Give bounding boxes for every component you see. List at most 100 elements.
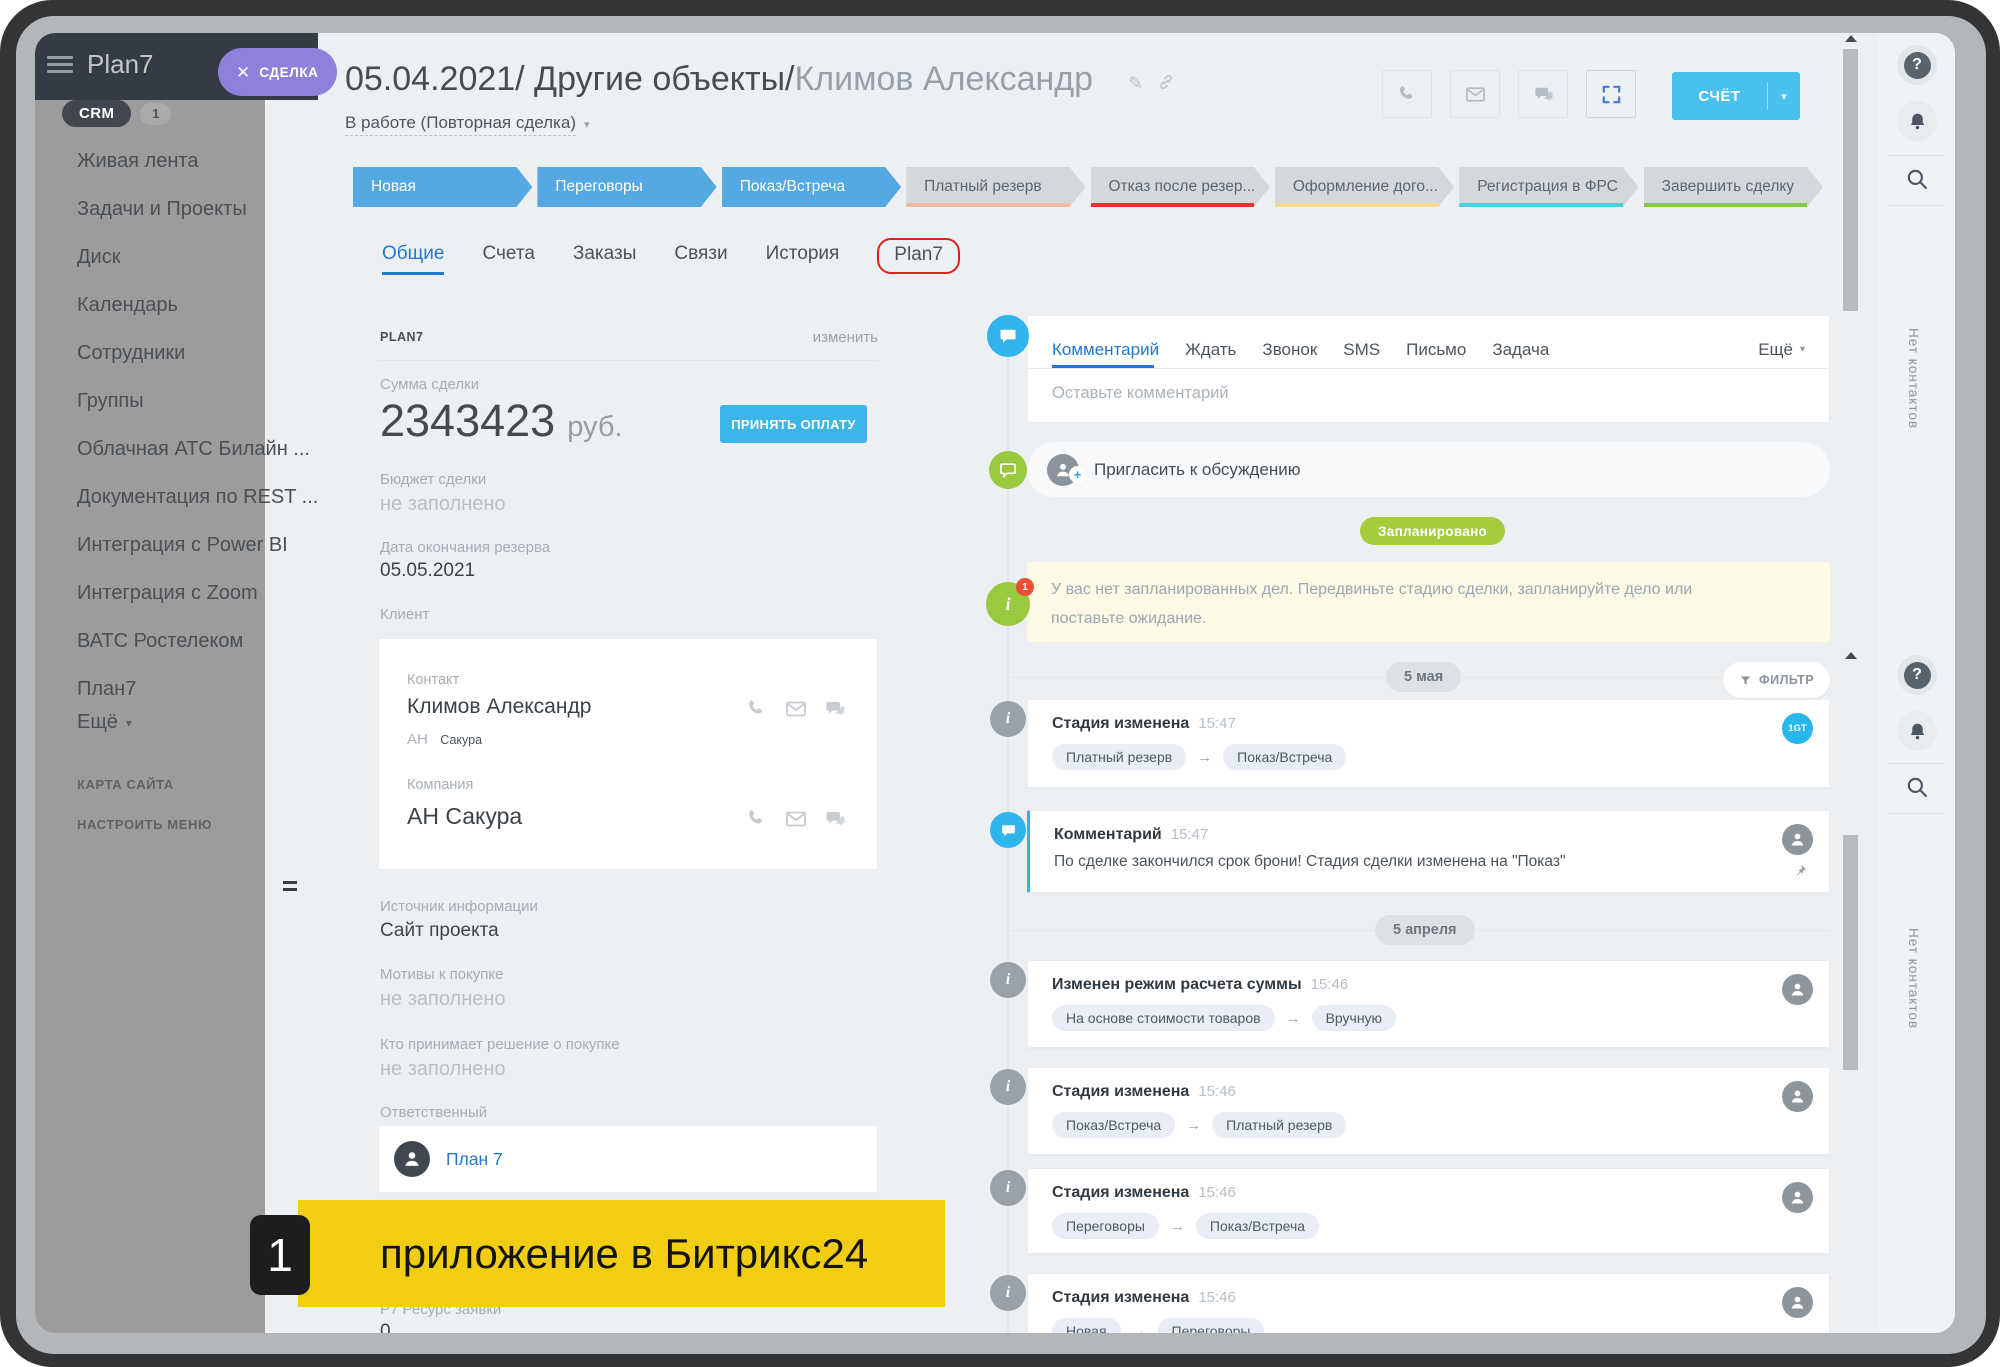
chat-icon [1532,83,1555,106]
mail-icon[interactable] [784,697,808,721]
active-tab-underline [1052,365,1154,368]
sidebar-item-drive[interactable]: Диск [77,233,318,281]
accept-payment-button[interactable]: ПРИНЯТЬ ОПЛАТУ [720,405,867,443]
search-button[interactable] [1904,166,1930,192]
tab-plan7[interactable]: Plan7 [877,238,960,274]
hamburger-menu-icon[interactable] [47,56,73,76]
stage-underline [1275,203,1438,207]
sidebar-item-crm[interactable]: CRM [62,100,131,127]
composer-tab-wait[interactable]: Ждать [1185,340,1236,360]
timeline-card-stage-change[interactable]: Стадия изменена 15:46 Новая → Переговоры [1027,1273,1830,1333]
composer-tab-sms[interactable]: SMS [1343,340,1380,360]
invoice-button[interactable]: СЧЁТ ▾ [1672,72,1800,120]
sidebar-item-plan7[interactable]: План7 [77,665,318,713]
person-icon [1788,1293,1807,1312]
composer-tab-call[interactable]: Звонок [1262,340,1317,360]
comment-composer: Комментарий Ждать Звонок SMS Письмо Зада… [1027,315,1830,423]
responsible-name-link[interactable]: План 7 [446,1149,503,1170]
pin-icon[interactable] [1793,863,1808,883]
timeline-card-sum-mode[interactable]: Изменен режим расчета суммы 15:46 На осн… [1027,960,1830,1048]
contact-actions [745,697,847,721]
help-button[interactable]: ? [1897,655,1937,695]
tab-orders[interactable]: Заказы [573,243,637,275]
scroll-up-arrow[interactable] [1845,652,1857,659]
stage-from-badge: Показ/Встреча [1052,1112,1175,1138]
search-button[interactable] [1904,774,1930,800]
deal-chip-button[interactable]: ✕ СДЕЛКА [218,48,337,96]
edit-link[interactable]: изменить [798,329,878,346]
notifications-button[interactable] [1897,101,1937,141]
client-card: Контакт Климов Александр АН Сакура Компа… [378,638,878,870]
tab-general[interactable]: Общие [382,243,444,275]
notifications-button[interactable] [1897,711,1937,751]
chat-icon[interactable] [823,697,847,721]
close-icon[interactable]: ✕ [236,64,250,81]
comment-input[interactable] [1028,369,1829,418]
company-name-link[interactable]: АН Сакура [407,803,522,830]
sidebar-item-employees[interactable]: Сотрудники [77,329,318,377]
deal-status-dropdown[interactable]: В работе (Повторная сделка) ▾ [345,113,590,136]
help-button[interactable]: ? [1897,45,1937,85]
sidebar-item-cloud-ats[interactable]: Облачная АТС Билайн ... [77,425,318,473]
mail-icon[interactable] [784,807,808,831]
sitemap-link[interactable]: КАРТА САЙТА [77,777,174,792]
scroll-up-arrow[interactable] [1845,35,1857,42]
person-icon [1788,1188,1807,1207]
stage-paid-reserve[interactable]: Платный резерв [906,167,1085,207]
bell-icon [1907,721,1928,742]
call-button[interactable] [1382,70,1432,118]
tab-invoices[interactable]: Счета [482,243,534,275]
phone-icon[interactable] [745,697,769,721]
sidebar-item-zoom[interactable]: Интеграция с Zoom [77,569,318,617]
person-icon [401,1148,423,1170]
sidebar-item-vats[interactable]: ВАТС Ростелеком [77,617,318,665]
stage-close-deal[interactable]: Завершить сделку [1644,167,1823,207]
composer-more-button[interactable]: Ещё ▾ [1758,340,1805,360]
open-slider-button[interactable] [1586,70,1636,118]
email-button[interactable] [1450,70,1500,118]
sidebar-item-live-feed[interactable]: Живая лента [77,137,318,185]
composer-tab-letter[interactable]: Письмо [1406,340,1466,360]
tab-history[interactable]: История [766,243,840,275]
timeline-card-stage-change[interactable]: Стадия изменена 15:47 Платный резерв → П… [1027,699,1830,788]
sidebar-resize-handle[interactable] [283,881,297,895]
stage-refusal[interactable]: Отказ после резер... [1091,167,1270,207]
stage-showing[interactable]: Показ/Встреча [722,167,901,207]
question-icon: ? [1904,662,1931,689]
invite-to-discussion-button[interactable]: + Пригласить к обсуждению [1027,442,1830,497]
sidebar-item-calendar[interactable]: Календарь [77,281,318,329]
timeline-card-stage-change[interactable]: Стадия изменена 15:46 Переговоры → Показ… [1027,1168,1830,1254]
sidebar-more-button[interactable]: Ещё ▾ [77,711,132,734]
deal-title-main: 05.04.2021/ Другие объекты/ [345,60,795,98]
phone-icon[interactable] [745,807,769,831]
contact-name-link[interactable]: Климов Александр [407,695,591,719]
chat-icon[interactable] [823,807,847,831]
stage-negotiation[interactable]: Переговоры [537,167,716,207]
timeline-card-stage-change[interactable]: Стадия изменена 15:46 Показ/Встреча → Пл… [1027,1067,1830,1155]
stage-frs-registration[interactable]: Регистрация в ФРС [1459,167,1638,207]
budget-label: Бюджет сделки [380,471,486,488]
scrollbar-thumb[interactable] [1843,835,1858,1070]
composer-tab-comment[interactable]: Комментарий [1052,340,1159,360]
sidebar-item-groups[interactable]: Группы [77,377,318,425]
edit-title-icon[interactable]: ✎ [1128,73,1143,96]
stage-contract[interactable]: Оформление дого... [1275,167,1454,207]
motives-value: не заполнено [380,988,506,1011]
composer-tab-task[interactable]: Задача [1492,340,1549,360]
tab-relations[interactable]: Связи [674,243,727,275]
filter-button[interactable]: ФИЛЬТР [1723,662,1830,698]
screenshot-canvas: CRM 1 Живая лента Задачи и Проекты Диск … [0,0,2000,1367]
chat-button[interactable] [1518,70,1568,118]
customize-menu-link[interactable]: НАСТРОИТЬ МЕНЮ [77,817,212,832]
chevron-down-icon[interactable]: ▾ [1768,72,1800,120]
app-title: Plan7 [87,49,154,80]
scrollbar-thumb[interactable] [1843,49,1858,311]
sidebar-item-tasks[interactable]: Задачи и Проекты [77,185,318,233]
timeline-card-comment[interactable]: Комментарий 15:47 По сделке закончился с… [1027,810,1830,893]
stage-new[interactable]: Новая [353,167,532,207]
sidebar-item-plan7-label: План7 [77,678,136,701]
user-avatar [1782,1081,1813,1112]
sidebar-item-rest-docs[interactable]: Документация по REST ... [77,473,318,521]
sidebar-item-powerbi[interactable]: Интеграция с Power BI [77,521,318,569]
copy-link-icon[interactable] [1157,73,1175,96]
